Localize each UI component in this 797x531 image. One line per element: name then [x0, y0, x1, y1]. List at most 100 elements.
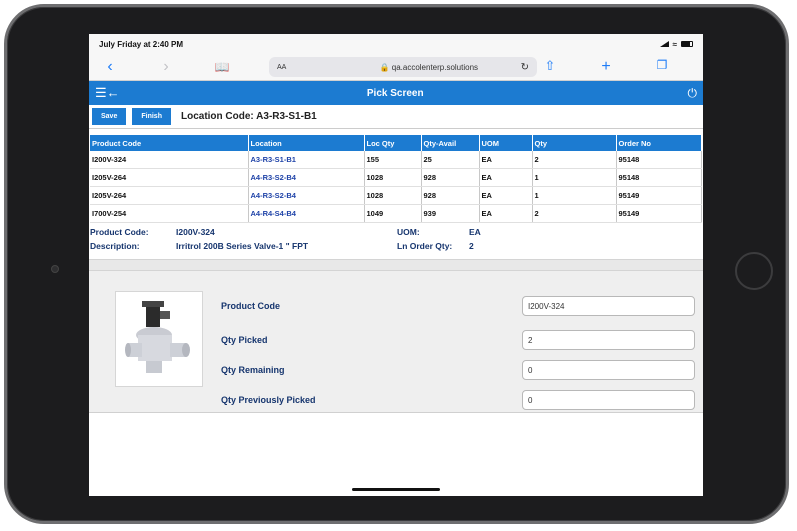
pick-detail-panel: Product Code Qty Picked Qty Remaining Qt… — [89, 271, 703, 413]
info-row-1: Product Code: I200V-324 UOM: EA — [90, 225, 702, 239]
col-product-code[interactable]: Product Code — [90, 135, 249, 151]
field-row-qty-previously-picked: Qty Previously Picked — [221, 385, 695, 415]
cell-order-no: 95148 — [616, 168, 702, 187]
page-title: Pick Screen — [366, 87, 424, 99]
location-code-label: Location Code: A3-R3-S1-B1 — [180, 111, 317, 122]
cell-qty: 1 — [532, 186, 617, 205]
qty-picked-label: Qty Picked — [221, 335, 268, 345]
home-indicator[interactable] — [352, 488, 440, 491]
screen: July Friday at 2:40 PM ≈ ‹ › 📖 AA 🔒 qa.a… — [89, 34, 703, 496]
info-description-value: Irritrol 200B Series Valve-1 " FPT — [176, 241, 309, 251]
cell-product-code: I200V-324 — [90, 151, 249, 169]
table-header-row: Product Code Location Loc Qty Qty-Avail … — [90, 135, 702, 151]
cell-product-code: I205V-264 — [90, 168, 249, 187]
power-icon[interactable]: ⏻ — [688, 86, 698, 101]
col-qty-avail[interactable]: Qty-Avail — [421, 135, 480, 151]
cell-loc-qty: 1049 — [364, 204, 422, 223]
product-code-label: Product Code — [221, 301, 281, 311]
field-row-product-code: Product Code — [221, 291, 695, 321]
info-product-code-label: Product Code: — [90, 227, 149, 237]
cell-order-no: 95148 — [616, 151, 702, 169]
info-product-code-value: I200V-324 — [176, 227, 215, 237]
info-description-label: Description: — [90, 241, 140, 251]
toolbar: Save Finish Location Code: A3-R3-S1-B1 — [89, 105, 703, 129]
info-row-2: Description: Irritrol 200B Series Valve-… — [90, 239, 702, 253]
col-uom[interactable]: UOM — [479, 135, 533, 151]
cell-qty-avail: 939 — [421, 204, 480, 223]
status-time: July Friday at 2:40 PM — [99, 39, 184, 49]
table-row[interactable]: I205V-264 A4-R3-S2-B4 1028 928 EA 1 9514… — [90, 186, 702, 205]
cell-uom: EA — [479, 151, 533, 169]
status-icons: ≈ — [659, 39, 693, 49]
browser-toolbar: ‹ › 📖 AA 🔒 qa.accolenterp.solutions ↻ ⇧ … — [89, 54, 703, 81]
url-text: 🔒 qa.accolenterp.solutions — [379, 62, 479, 72]
cell-qty: 2 — [532, 204, 617, 223]
battery-icon — [681, 41, 693, 47]
cell-loc-qty: 155 — [364, 151, 422, 169]
col-location[interactable]: Location — [248, 135, 365, 151]
cell-uom: EA — [479, 204, 533, 223]
cell-location[interactable]: A4-R3-S2-B4 — [248, 186, 365, 205]
menu-back-icon[interactable]: ☰← — [95, 85, 123, 101]
info-uom-value: EA — [469, 227, 481, 237]
cell-qty-avail: 25 — [421, 151, 480, 169]
finish-button[interactable]: Finish — [132, 108, 171, 125]
col-loc-qty[interactable]: Loc Qty — [364, 135, 422, 151]
back-icon[interactable]: ‹ — [97, 59, 123, 75]
save-button[interactable]: Save — [92, 108, 127, 125]
share-icon[interactable]: ⇧ — [537, 59, 563, 75]
cell-location[interactable]: A4-R4-S4-B4 — [248, 204, 365, 223]
cell-uom: EA — [479, 186, 533, 205]
cell-qty: 1 — [532, 168, 617, 187]
product-image — [115, 291, 203, 387]
cell-qty: 2 — [532, 151, 617, 169]
text-size-button[interactable]: AA — [277, 64, 337, 71]
home-button[interactable] — [735, 252, 773, 290]
address-bar[interactable]: AA 🔒 qa.accolenterp.solutions ↻ — [269, 57, 537, 77]
bookmarks-icon[interactable]: 📖 — [209, 61, 235, 73]
cell-product-code: I205V-264 — [90, 186, 249, 205]
cell-order-no: 95149 — [616, 186, 702, 205]
qty-previously-picked-label: Qty Previously Picked — [221, 395, 316, 405]
product-code-input[interactable] — [522, 296, 695, 316]
info-ln-order-qty-value: 2 — [469, 241, 474, 251]
info-ln-order-qty-label: Ln Order Qty: — [397, 241, 453, 251]
wifi-icon: ≈ — [672, 39, 677, 49]
qty-remaining-label: Qty Remaining — [221, 365, 285, 375]
pick-table: Product Code Location Loc Qty Qty-Avail … — [90, 135, 702, 223]
pick-fields: Product Code Qty Picked Qty Remaining Qt… — [221, 291, 695, 412]
forward-icon[interactable]: › — [153, 59, 179, 75]
valve-image — [125, 301, 190, 373]
info-uom-label: UOM: — [397, 227, 420, 237]
qty-picked-input[interactable] — [522, 330, 695, 350]
cell-loc-qty: 1028 — [364, 168, 422, 187]
col-order-no[interactable]: Order No — [616, 135, 702, 151]
app-header: ☰← Pick Screen ⏻ — [89, 81, 703, 105]
table-row[interactable]: I700V-254 A4-R4-S4-B4 1049 939 EA 2 9514… — [90, 204, 702, 223]
field-row-qty-picked: Qty Picked — [221, 325, 695, 355]
url-value: qa.accolenterp.solutions — [391, 62, 479, 72]
cell-product-code: I700V-254 — [90, 204, 249, 223]
table-row[interactable]: I205V-264 A4-R3-S2-B4 1028 928 EA 1 9514… — [90, 168, 702, 187]
status-bar: July Friday at 2:40 PM ≈ — [89, 34, 703, 54]
col-qty[interactable]: Qty — [532, 135, 617, 151]
section-divider — [89, 259, 703, 271]
field-row-qty-remaining: Qty Remaining — [221, 355, 695, 385]
cell-order-no: 95149 — [616, 204, 702, 223]
cell-uom: EA — [479, 168, 533, 187]
browser-actions: ⇧ + ❐ — [537, 59, 695, 75]
camera — [51, 265, 59, 273]
tabs-icon[interactable]: ❐ — [649, 59, 675, 75]
signal-icon — [659, 41, 669, 47]
product-info: Product Code: I200V-324 UOM: EA Descript… — [89, 223, 703, 255]
table-row[interactable]: I200V-324 A3-R3-S1-B1 155 25 EA 2 95148 — [90, 151, 702, 169]
cell-location[interactable]: A3-R3-S1-B1 — [248, 151, 365, 169]
reload-icon[interactable]: ↻ — [521, 62, 529, 73]
cell-qty-avail: 928 — [421, 168, 480, 187]
qty-previously-picked-input[interactable] — [522, 390, 695, 410]
cell-location[interactable]: A4-R3-S2-B4 — [248, 168, 365, 187]
qty-remaining-input[interactable] — [522, 360, 695, 380]
new-tab-icon[interactable]: + — [593, 59, 619, 75]
cell-qty-avail: 928 — [421, 186, 480, 205]
cell-loc-qty: 1028 — [364, 186, 422, 205]
